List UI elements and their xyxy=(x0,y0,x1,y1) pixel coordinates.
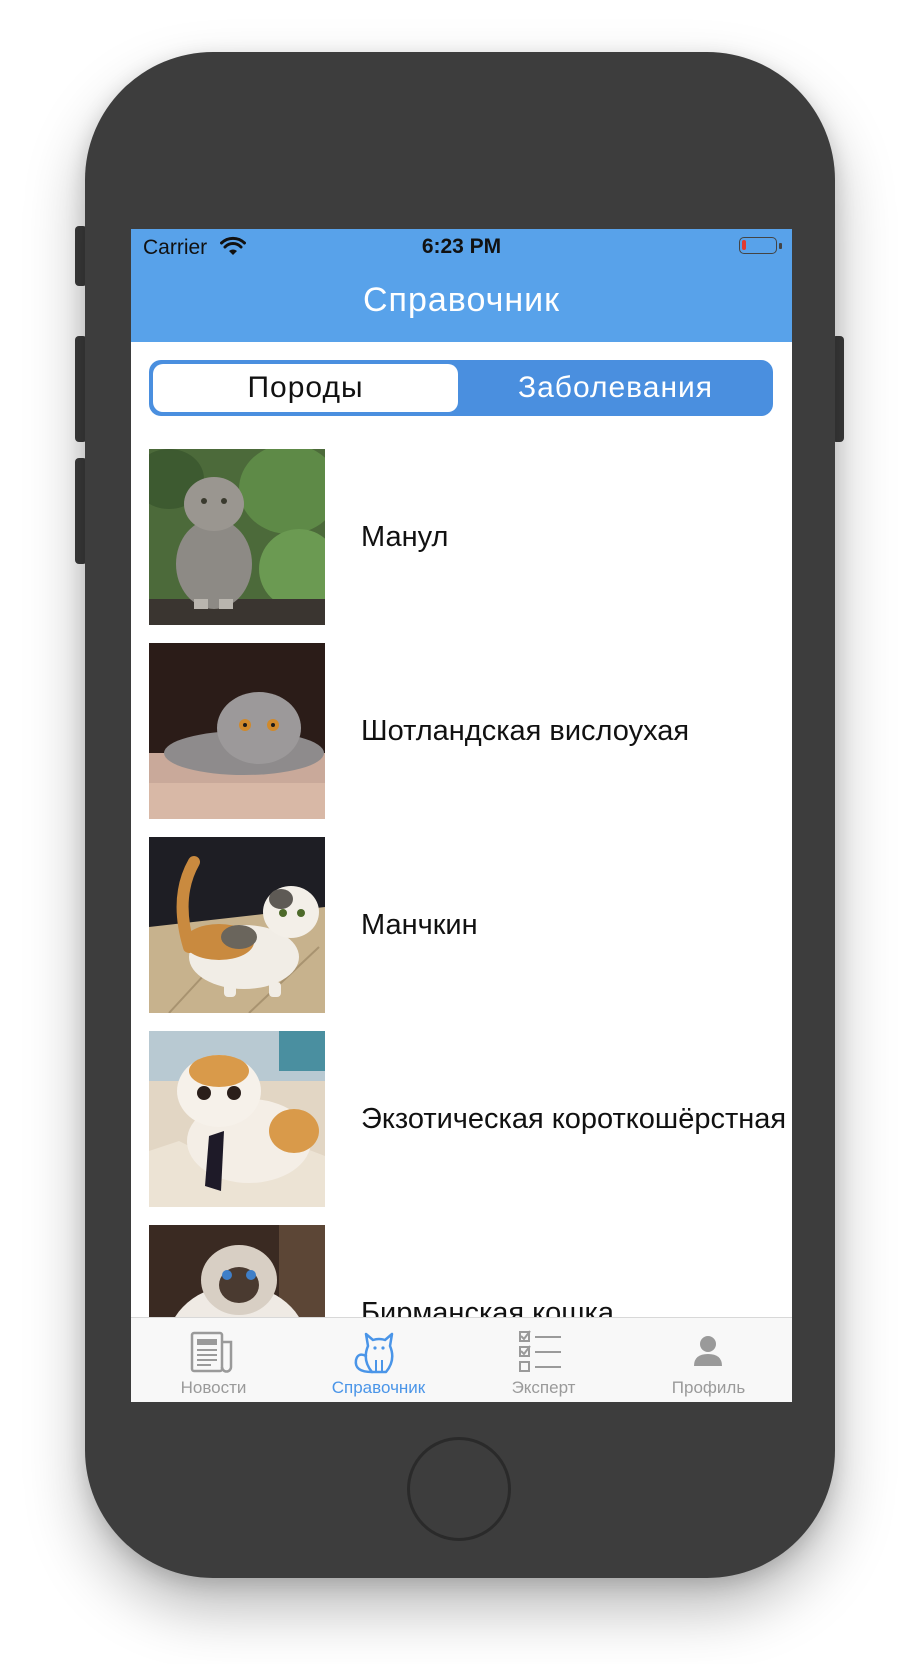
status-bar: Carrier 6:23 PM xyxy=(131,229,792,263)
checklist-icon xyxy=(519,1330,561,1372)
app-screen: Carrier 6:23 PM Справочник Породы Заболе… xyxy=(131,229,792,1402)
tab-news-label: Новости xyxy=(180,1378,247,1397)
breed-row-munchkin[interactable]: Манчкин xyxy=(131,837,792,1013)
segment-breeds[interactable]: Породы xyxy=(153,364,458,412)
tab-profile[interactable]: Профиль xyxy=(626,1318,791,1402)
battery-low-icon xyxy=(739,237,777,254)
tab-reference-label: Справочник xyxy=(331,1378,426,1397)
breed-row-manul[interactable]: Манул xyxy=(131,449,792,625)
tab-expert-label: Эксперт xyxy=(511,1378,576,1397)
cat-icon xyxy=(354,1332,394,1374)
munchkin-photo xyxy=(149,837,325,1013)
user-icon xyxy=(694,1336,722,1366)
breed-name: Экзотическая короткошёрстная xyxy=(361,1102,786,1135)
tab-bar: Новости Справочник Эксперт Профиль xyxy=(131,1317,792,1402)
navigation-bar: Справочник xyxy=(131,263,792,342)
newspaper-icon xyxy=(190,1331,233,1373)
tab-expert[interactable]: Эксперт xyxy=(461,1318,626,1402)
tab-reference[interactable]: Справочник xyxy=(296,1318,461,1402)
segment-diseases[interactable]: Заболевания xyxy=(458,360,773,416)
breed-name: Манчкин xyxy=(361,908,478,941)
battery-tip xyxy=(779,243,782,249)
clock: 6:23 PM xyxy=(421,235,502,258)
tab-profile-label: Профиль xyxy=(671,1378,746,1397)
breeds-diseases-segmented-control: Породы Заболевания xyxy=(149,360,773,416)
breed-row-scottish-fold[interactable]: Шотландская вислоухая xyxy=(131,643,792,819)
home-button[interactable] xyxy=(407,1437,511,1541)
breed-name: Манул xyxy=(361,520,449,553)
page-title: Справочник xyxy=(363,281,560,319)
battery-level xyxy=(742,240,746,250)
scottish-fold-photo xyxy=(149,643,325,819)
tab-news[interactable]: Новости xyxy=(131,1318,296,1402)
pallas-cat-photo xyxy=(149,449,325,625)
exotic-shorthair-photo xyxy=(149,1031,325,1207)
breed-name: Шотландская вислоухая xyxy=(361,714,690,747)
breed-row-exotic-shorthair[interactable]: Экзотическая короткошёрстная xyxy=(131,1031,792,1207)
